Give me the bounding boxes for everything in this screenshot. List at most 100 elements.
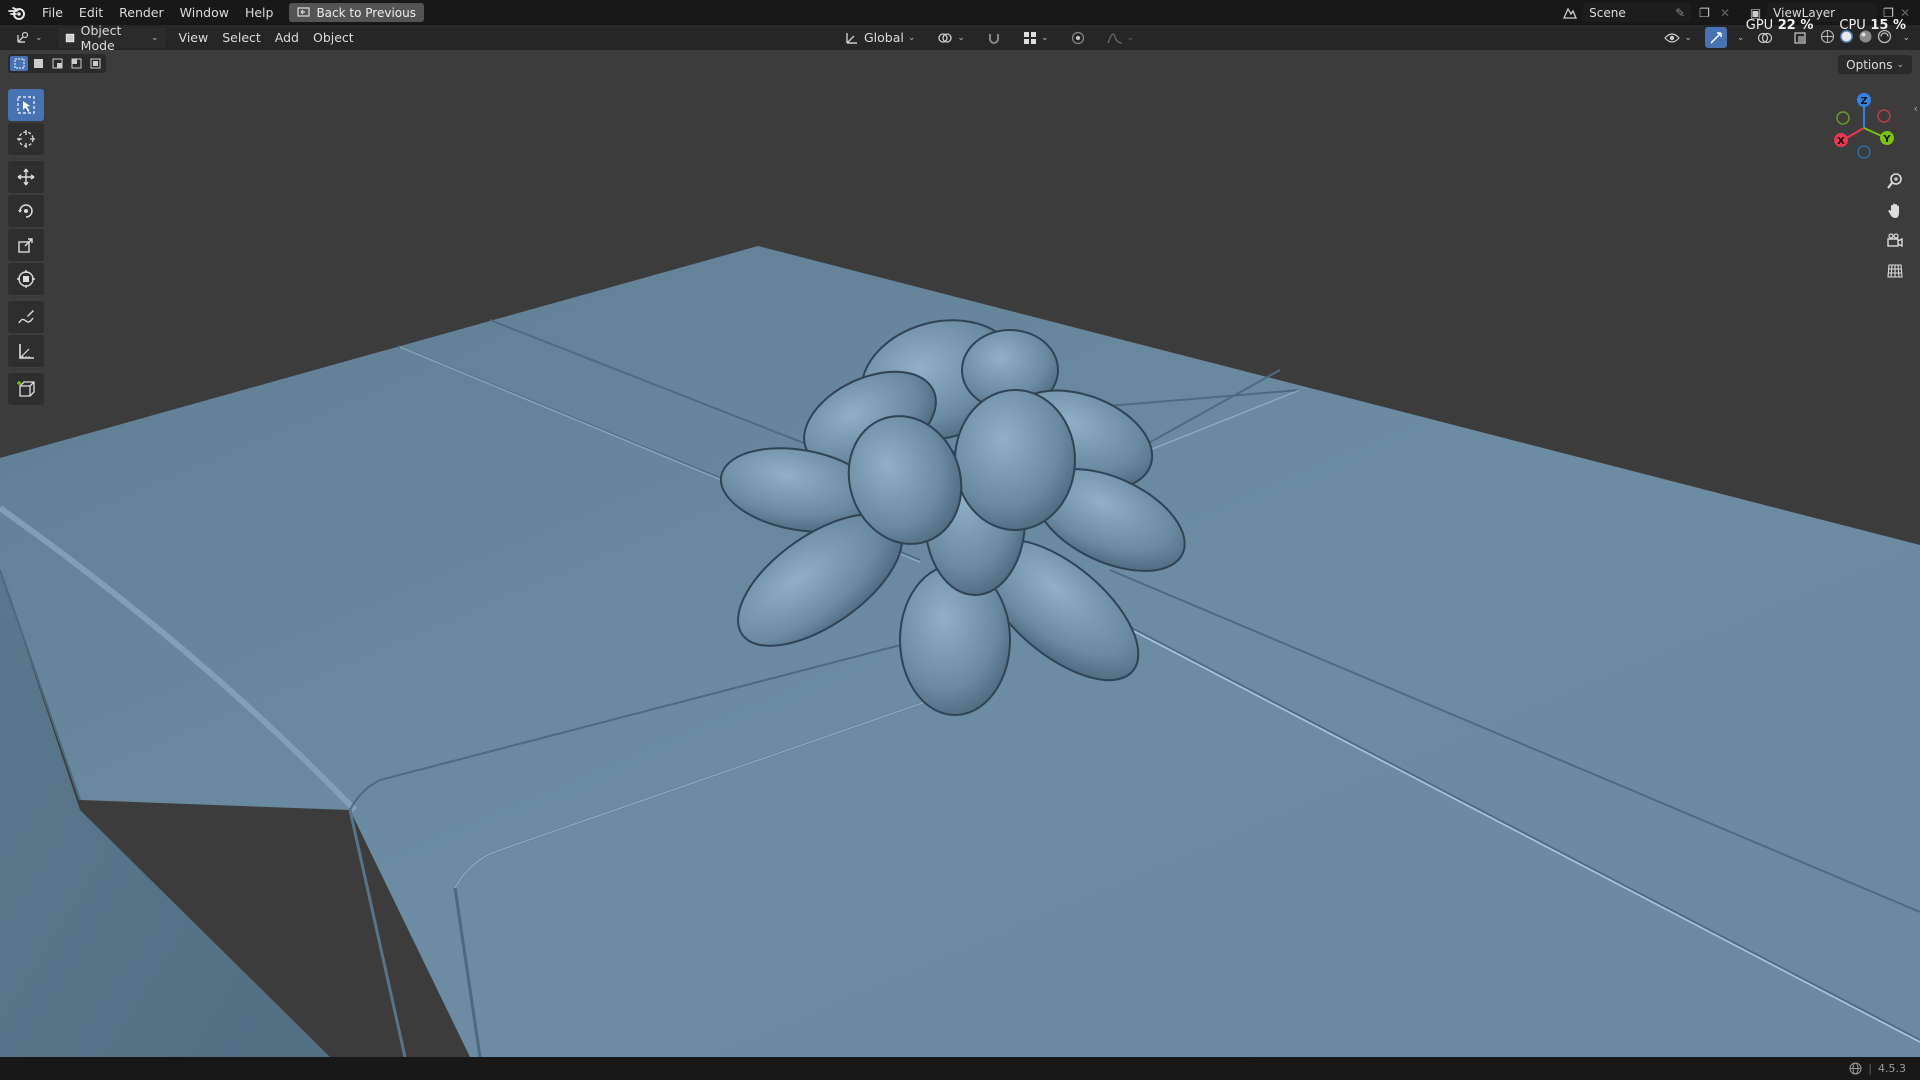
snap-grid-icon (1023, 31, 1036, 44)
snap-toggle[interactable] (980, 27, 1008, 48)
gizmo-toggle[interactable] (1704, 27, 1727, 48)
scale-icon (18, 238, 33, 253)
select-intersect-icon[interactable] (86, 56, 104, 71)
cursor-tool[interactable] (8, 123, 44, 155)
network-globe-icon (1849, 1062, 1862, 1075)
cpu-usage: CPU 15 % (1839, 18, 1906, 33)
add-cube-tool[interactable] (8, 373, 44, 405)
back-to-previous-button[interactable]: Back to Previous (289, 3, 424, 22)
back-to-previous-label: Back to Previous (316, 5, 416, 20)
grid-perspective-icon (1887, 264, 1903, 278)
menu-add[interactable]: Add (268, 27, 306, 48)
3d-viewport-icon (17, 31, 29, 43)
version-label: 4.5.3 (1878, 1062, 1906, 1075)
performance-overlay: GPU 22 % CPU 15 % (1746, 18, 1906, 33)
mode-dropdown[interactable]: Object Mode ⌄ (57, 23, 166, 53)
chevron-down-icon: ⌄ (35, 32, 43, 43)
chevron-down-icon: ⌄ (1684, 32, 1692, 43)
scene-name: Scene (1589, 5, 1626, 20)
move-icon (17, 168, 35, 186)
gift-box-model (0, 246, 1920, 1057)
orientation-label: Global (864, 30, 904, 45)
gizmo-neg-z-icon (1857, 145, 1871, 159)
top-menu-bar: File Edit Render Window Help Back to Pre… (0, 0, 1920, 25)
menu-help[interactable]: Help (237, 0, 282, 25)
new-scene-icon[interactable]: ❐ (1699, 6, 1710, 20)
measure-icon (19, 344, 34, 359)
chevron-down-icon: ⌄ (1040, 32, 1049, 43)
gizmo-icon (1710, 31, 1722, 44)
blender-logo-icon[interactable] (0, 0, 34, 25)
sidebar-toggle-icon[interactable]: ‹ (1914, 102, 1918, 115)
object-mode-icon (65, 33, 74, 42)
cursor-icon (17, 130, 35, 148)
options-label: Options (1846, 57, 1893, 72)
camera-icon (1887, 233, 1903, 248)
zoom-button[interactable] (1882, 168, 1908, 194)
remove-scene-icon[interactable]: ✕ (1720, 6, 1730, 20)
proportional-falloff-dropdown[interactable]: ⌄ (1100, 27, 1142, 48)
snap-target-dropdown[interactable]: ⌄ (1016, 27, 1056, 48)
eye-icon (1664, 32, 1681, 43)
svg-text:X: X (1837, 136, 1845, 147)
select-new-icon[interactable] (10, 56, 28, 71)
transform-icon (17, 270, 35, 288)
perspective-toggle-button[interactable] (1882, 258, 1908, 284)
orientation-icon (846, 32, 857, 44)
editor-type-button[interactable]: ⌄ (8, 27, 50, 48)
menu-edit[interactable]: Edit (71, 0, 111, 25)
annotate-tool[interactable] (8, 301, 44, 333)
proportional-editing-toggle[interactable] (1064, 27, 1092, 48)
hand-icon (1888, 203, 1899, 218)
3d-viewport[interactable]: Options ⌄ Z Y X ‹ (0, 50, 1920, 1057)
proportional-icon (1071, 31, 1084, 44)
menu-render[interactable]: Render (111, 0, 172, 25)
svg-text:Y: Y (1882, 134, 1891, 145)
rotate-tool[interactable] (8, 195, 44, 227)
scene-selector: Scene ✎ ❐ ✕ (1557, 0, 1730, 25)
gizmo-neg-y-icon (1836, 111, 1850, 125)
camera-view-button[interactable] (1882, 228, 1908, 254)
annotate-icon (18, 310, 34, 324)
select-box-tool[interactable] (8, 89, 44, 121)
menu-view[interactable]: View (172, 27, 216, 48)
options-dropdown[interactable]: Options ⌄ (1838, 55, 1912, 74)
back-icon (297, 7, 311, 17)
chevron-down-icon[interactable]: ⌄ (1737, 33, 1745, 43)
status-bar: | 4.5.3 (0, 1057, 1920, 1080)
chevron-down-icon: ⌄ (957, 32, 965, 43)
chevron-down-icon: ⌄ (1896, 59, 1904, 70)
navigation-gizmo[interactable]: Z Y X (1828, 88, 1900, 168)
pan-button[interactable] (1882, 198, 1908, 224)
chevron-down-icon: ⌄ (151, 32, 159, 43)
visibility-dropdown[interactable]: ⌄ (1657, 27, 1699, 48)
menu-select[interactable]: Select (215, 27, 268, 48)
viewport-header: ⌄ Object Mode ⌄ View Select Add Object G… (0, 23, 1920, 53)
transform-orientation-dropdown[interactable]: Global ⌄ (838, 27, 922, 48)
menu-window[interactable]: Window (172, 0, 237, 25)
select-subtract-icon[interactable] (48, 56, 66, 71)
selection-mode-buttons (8, 54, 106, 73)
scale-tool[interactable] (8, 229, 44, 261)
scene-icon[interactable] (1557, 6, 1583, 20)
zoom-icon (1887, 173, 1902, 189)
move-tool[interactable] (8, 161, 44, 193)
rotate-icon (18, 204, 33, 218)
scene-name-field[interactable]: Scene ✎ (1583, 3, 1692, 22)
tool-shelf (8, 87, 48, 411)
chevron-down-icon: ⌄ (1126, 32, 1135, 43)
add-cube-icon (17, 381, 35, 397)
select-box-icon (17, 96, 35, 114)
menu-object[interactable]: Object (306, 27, 361, 48)
pivot-icon (938, 32, 953, 43)
pivot-point-dropdown[interactable]: ⌄ (930, 27, 972, 48)
shading-options-chevron-icon[interactable]: ⌄ (1902, 33, 1910, 43)
gpu-usage: GPU 22 % (1745, 18, 1814, 33)
pin-icon[interactable]: ✎ (1675, 6, 1685, 20)
menu-file[interactable]: File (34, 0, 71, 25)
select-invert-icon[interactable] (67, 56, 85, 71)
transform-tool[interactable] (8, 263, 44, 295)
chevron-down-icon: ⌄ (907, 32, 916, 43)
measure-tool[interactable] (8, 335, 44, 367)
select-extend-icon[interactable] (29, 56, 47, 71)
